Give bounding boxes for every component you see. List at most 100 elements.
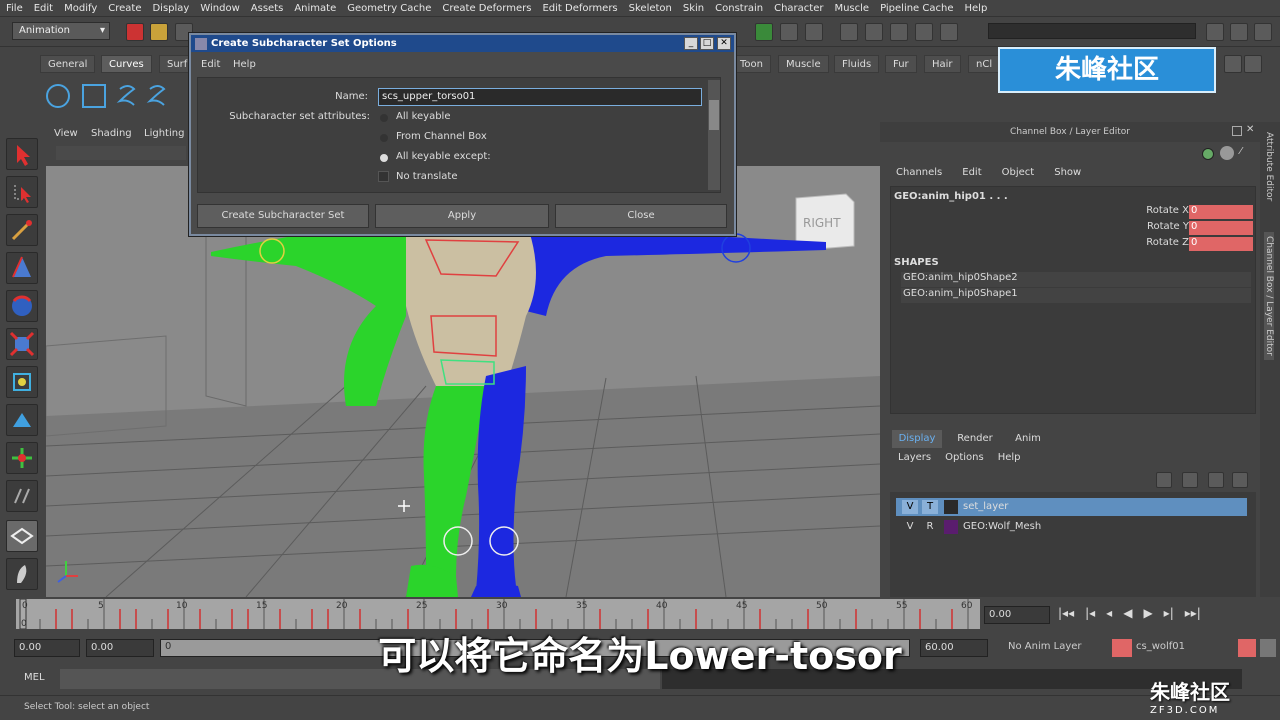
- layer-name[interactable]: GEO:Wolf_Mesh: [963, 518, 1041, 536]
- outliner-layout-icon[interactable]: [6, 558, 38, 590]
- name-input[interactable]: scs_upper_torso01: [378, 88, 702, 106]
- layer-visibility-toggle[interactable]: V: [902, 500, 918, 514]
- menu-animate[interactable]: Animate: [294, 3, 336, 14]
- single-perspective-layout-icon[interactable]: [6, 520, 38, 552]
- step-forward-key-icon[interactable]: ▸|: [1164, 606, 1174, 620]
- move-tool-icon[interactable]: [6, 252, 38, 284]
- create-subcharacter-set-button[interactable]: Create Subcharacter Set: [197, 204, 369, 228]
- render-settings-icon[interactable]: [780, 23, 798, 41]
- last-tool-icon[interactable]: [6, 480, 38, 512]
- command-search-field[interactable]: [988, 23, 1196, 39]
- attr-label-rotate-z[interactable]: Rotate Z: [1081, 237, 1189, 248]
- channel-menu-object[interactable]: Object: [1002, 167, 1035, 178]
- layer-menu-options[interactable]: Options: [945, 452, 984, 463]
- attribute-toggle-icon[interactable]: [1220, 146, 1234, 160]
- close-button[interactable]: Close: [555, 204, 727, 228]
- menu-skin[interactable]: Skin: [683, 3, 704, 14]
- menu-create[interactable]: Create: [108, 3, 141, 14]
- shelf-tab-fluids[interactable]: Fluids: [834, 55, 880, 73]
- dialog-title[interactable]: Create Subcharacter Set Options: [191, 35, 734, 52]
- shelf-scroll-left-icon[interactable]: [1224, 55, 1242, 73]
- play-backward-icon[interactable]: ◀: [1123, 606, 1132, 620]
- soft-modification-icon[interactable]: [6, 404, 38, 436]
- square-curve-icon[interactable]: [82, 84, 106, 108]
- tool-settings-icon[interactable]: ⁄: [1240, 146, 1254, 160]
- layout-toggle-icon[interactable]: [1230, 23, 1248, 41]
- render-icon[interactable]: [755, 23, 773, 41]
- open-scene-icon[interactable]: [150, 23, 168, 41]
- step-back-frame-icon[interactable]: |◂: [1085, 606, 1095, 620]
- rotate-tool-icon[interactable]: [6, 290, 38, 322]
- attr-value-rotate-z[interactable]: 0: [1189, 237, 1253, 251]
- channel-menu-edit[interactable]: Edit: [962, 167, 981, 178]
- channel-menu-show[interactable]: Show: [1054, 167, 1081, 178]
- menu-character[interactable]: Character: [774, 3, 823, 14]
- layer-menu-help[interactable]: Help: [998, 452, 1021, 463]
- shelf-tab-toon[interactable]: Toon: [732, 55, 771, 73]
- new-layer-icon[interactable]: [1156, 472, 1172, 488]
- shelf-tab-curves[interactable]: Curves: [101, 55, 152, 73]
- shelf-scroll-right-icon[interactable]: [1244, 55, 1262, 73]
- close-panel-icon[interactable]: ✕: [1246, 124, 1254, 135]
- options-scrollbar[interactable]: [708, 80, 720, 190]
- close-icon[interactable]: ✕: [717, 37, 731, 50]
- layout-icon[interactable]: [1206, 23, 1224, 41]
- layer-visibility-toggle[interactable]: V: [902, 518, 918, 536]
- snapshot-icon[interactable]: [840, 23, 858, 41]
- quick-select-icon[interactable]: [940, 23, 958, 41]
- new-layer-from-selection-icon[interactable]: [1182, 472, 1198, 488]
- menu-skeleton[interactable]: Skeleton: [629, 3, 672, 14]
- shape-item[interactable]: GEO:anim_hip0Shape2: [901, 272, 1251, 287]
- shape-item[interactable]: GEO:anim_hip0Shape1: [901, 288, 1251, 303]
- menu-help[interactable]: Help: [965, 3, 988, 14]
- layer-tab-render[interactable]: Render: [946, 430, 1004, 448]
- channel-menu-channels[interactable]: Channels: [896, 167, 942, 178]
- apply-button[interactable]: Apply: [375, 204, 549, 228]
- scale-tool-icon[interactable]: [6, 328, 38, 360]
- hypershade-icon[interactable]: [865, 23, 883, 41]
- show-manipulator-icon[interactable]: [6, 442, 38, 474]
- scrollbar-thumb[interactable]: [709, 100, 719, 130]
- lasso-tool-icon[interactable]: [6, 176, 38, 208]
- dialog-menu-edit[interactable]: Edit: [201, 59, 220, 70]
- float-panel-icon[interactable]: [1232, 126, 1242, 136]
- menu-constrain[interactable]: Constrain: [715, 3, 763, 14]
- viewport-menu-view[interactable]: View: [54, 128, 78, 139]
- viewport-icon-bar[interactable]: [56, 146, 186, 160]
- shelf-tab-hair[interactable]: Hair: [924, 55, 961, 73]
- ipr-icon[interactable]: [805, 23, 823, 41]
- layer-type-toggle[interactable]: T: [922, 500, 938, 514]
- cv-curve-icon[interactable]: [116, 85, 136, 106]
- universal-manipulator-icon[interactable]: [6, 366, 38, 398]
- radio-from-channel-box[interactable]: [380, 134, 388, 142]
- layer-menu-layers[interactable]: Layers: [898, 452, 931, 463]
- attr-value-rotate-x[interactable]: 0: [1189, 205, 1253, 219]
- current-time-field[interactable]: 0.00: [984, 606, 1050, 624]
- dialog-menu-help[interactable]: Help: [233, 59, 256, 70]
- menu-modify[interactable]: Modify: [64, 3, 97, 14]
- menu-display[interactable]: Display: [152, 3, 189, 14]
- layer-row[interactable]: V R GEO:Wolf_Mesh: [896, 518, 1247, 536]
- shelf-tab-muscle[interactable]: Muscle: [778, 55, 829, 73]
- viewport-menu-lighting[interactable]: Lighting: [144, 128, 184, 139]
- go-to-start-icon[interactable]: |◂◂: [1058, 606, 1074, 620]
- radio-all-keyable[interactable]: [380, 114, 388, 122]
- layer-row[interactable]: V T set_layer: [896, 498, 1247, 516]
- menu-file[interactable]: File: [6, 3, 23, 14]
- shelf-tab-fur[interactable]: Fur: [885, 55, 917, 73]
- shelf-tab-ncloth[interactable]: nCl: [968, 55, 1001, 73]
- menu-window[interactable]: Window: [200, 3, 239, 14]
- menu-create-deformers[interactable]: Create Deformers: [442, 3, 531, 14]
- layer-tab-anim[interactable]: Anim: [1006, 430, 1050, 448]
- mode-selector[interactable]: Animation ▾: [12, 22, 110, 40]
- menu-pipeline-cache[interactable]: Pipeline Cache: [880, 3, 953, 14]
- batch-render-icon[interactable]: [915, 23, 933, 41]
- attr-label-rotate-x[interactable]: Rotate X: [1081, 205, 1189, 216]
- ep-curve-icon[interactable]: [146, 85, 166, 106]
- menu-geometry-cache[interactable]: Geometry Cache: [347, 3, 431, 14]
- shelf-tab-general[interactable]: General: [40, 55, 96, 73]
- selected-object-name[interactable]: GEO:anim_hip01 . . .: [894, 191, 1008, 202]
- go-to-end-icon[interactable]: ▸▸|: [1185, 606, 1201, 620]
- layer-color-swatch[interactable]: [944, 500, 958, 514]
- layer-name[interactable]: set_layer: [963, 498, 1008, 516]
